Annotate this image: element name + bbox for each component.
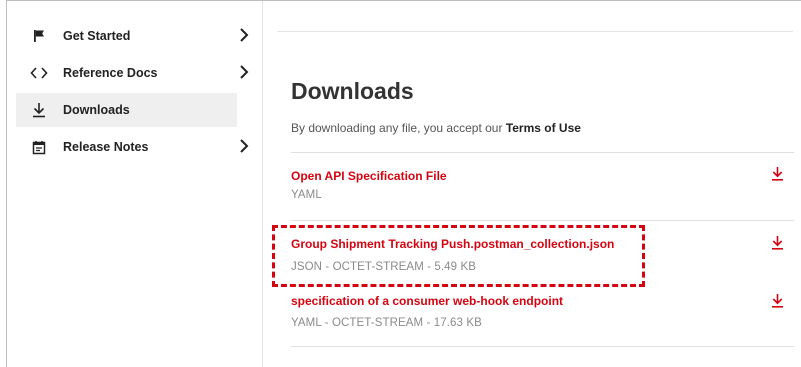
- download-meta: YAML - OCTET-STREAM - 17.63 KB: [291, 317, 482, 329]
- download-link-webhook-spec[interactable]: specification of a consumer web-hook end…: [291, 294, 563, 308]
- sidebar-item-get-started[interactable]: Get Started: [16, 19, 260, 53]
- sidebar-item-label: Reference Docs: [63, 66, 158, 80]
- calendar-icon: [30, 138, 48, 156]
- sidebar: Get Started Reference Docs Downloads Rel…: [7, 1, 263, 367]
- code-icon: [30, 64, 48, 82]
- sidebar-item-downloads[interactable]: Downloads: [16, 93, 237, 127]
- terms-notice-text: By downloading any file, you accept our: [291, 121, 506, 135]
- download-icon: [30, 101, 48, 119]
- download-icon[interactable]: [771, 235, 784, 250]
- page-title: Downloads: [291, 78, 414, 104]
- download-meta: YAML: [291, 189, 322, 201]
- terms-of-use-link[interactable]: Terms of Use: [506, 121, 581, 135]
- chevron-right-icon: [240, 28, 249, 42]
- download-link-openapi[interactable]: Open API Specification File: [291, 169, 447, 183]
- divider: [291, 152, 794, 153]
- sidebar-item-label: Get Started: [63, 29, 131, 43]
- highlight-box: [272, 225, 645, 287]
- terms-notice: By downloading any file, you accept our …: [291, 121, 581, 135]
- header-divider: [277, 31, 793, 32]
- sidebar-item-release-notes[interactable]: Release Notes: [16, 130, 260, 164]
- sidebar-item-label: Release Notes: [63, 140, 149, 154]
- flag-icon: [30, 27, 48, 45]
- chevron-right-icon: [240, 65, 249, 79]
- sidebar-item-reference-docs[interactable]: Reference Docs: [16, 56, 260, 90]
- sidebar-item-label: Downloads: [63, 103, 130, 117]
- chevron-right-icon: [240, 139, 249, 153]
- divider: [291, 220, 794, 221]
- download-icon[interactable]: [771, 293, 784, 308]
- divider: [291, 346, 794, 347]
- download-icon[interactable]: [771, 166, 784, 181]
